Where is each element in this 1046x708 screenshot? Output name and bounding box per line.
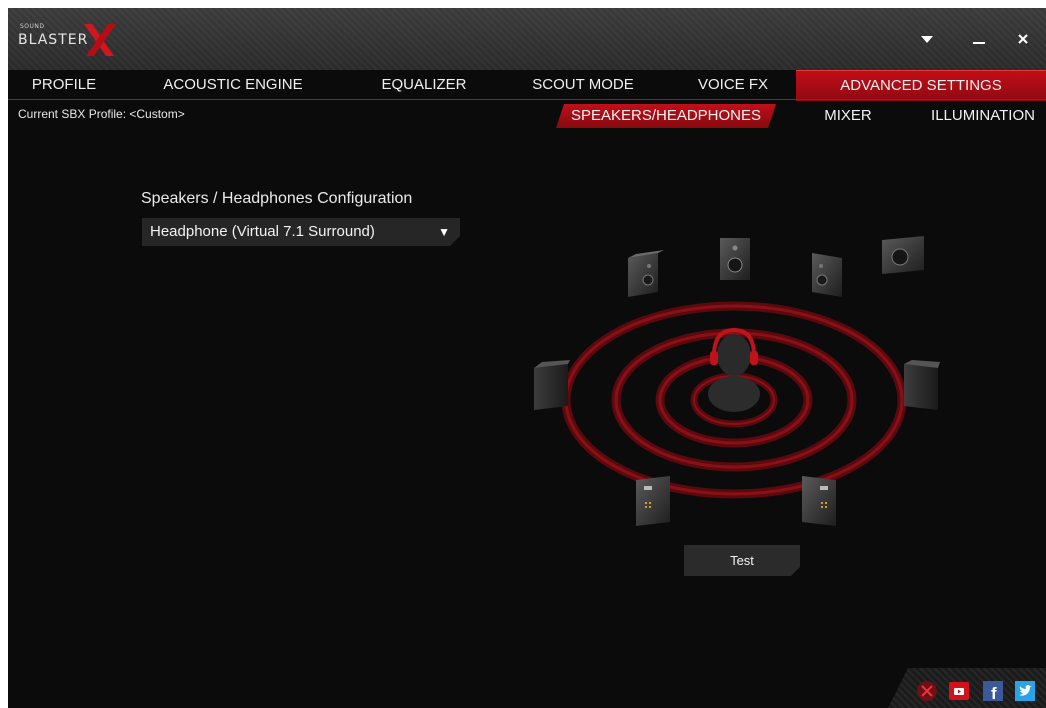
chevron-down-icon: ▼ bbox=[438, 225, 450, 239]
sound-rings bbox=[561, 301, 907, 499]
logo-x-icon bbox=[84, 24, 116, 56]
tab-acoustic-engine[interactable]: ACOUSTIC ENGINE bbox=[148, 70, 318, 100]
close-circle-icon[interactable] bbox=[916, 680, 938, 702]
tab-scout-mode[interactable]: SCOUT MODE bbox=[523, 70, 643, 100]
close-icon bbox=[1018, 34, 1028, 44]
tab-advanced-settings[interactable]: ADVANCED SETTINGS bbox=[796, 70, 1046, 101]
subtab-illumination[interactable]: ILLUMINATION bbox=[920, 104, 1046, 128]
sound-blaster-x-logo: SOUND BLASTER bbox=[14, 20, 124, 64]
speaker-config-dropdown[interactable]: Headphone (Virtual 7.1 Surround) ▼ bbox=[142, 218, 460, 246]
logo-small-text: SOUND bbox=[20, 23, 45, 30]
subwoofer[interactable] bbox=[882, 236, 924, 274]
twitter-icon[interactable] bbox=[1014, 680, 1036, 702]
speaker-rear-left[interactable] bbox=[636, 476, 670, 526]
minimize-button[interactable] bbox=[966, 28, 992, 50]
listener-headphones-icon bbox=[708, 327, 760, 412]
title-bar: SOUND BLASTER bbox=[8, 8, 1046, 70]
current-profile-label: Current SBX Profile: <Custom> bbox=[18, 107, 185, 121]
test-button[interactable]: Test bbox=[684, 545, 800, 576]
config-heading: Speakers / Headphones Configuration bbox=[141, 190, 413, 207]
tab-profile[interactable]: PROFILE bbox=[8, 70, 120, 100]
facebook-icon[interactable]: f bbox=[982, 680, 1004, 702]
youtube-icon[interactable] bbox=[948, 680, 970, 702]
speaker-front-right[interactable] bbox=[812, 253, 842, 297]
speaker-side-left[interactable] bbox=[534, 360, 570, 410]
speaker-side-right[interactable] bbox=[904, 360, 940, 410]
minimize-icon bbox=[973, 42, 985, 44]
speaker-config-value: Headphone (Virtual 7.1 Surround) bbox=[150, 223, 375, 240]
social-bar: f bbox=[888, 668, 1046, 708]
speaker-center[interactable] bbox=[720, 238, 750, 280]
speaker-rear-right[interactable] bbox=[802, 476, 836, 526]
subtab-speakers-headphones[interactable]: SPEAKERS/HEADPHONES bbox=[556, 104, 776, 128]
subtab-mixer[interactable]: MIXER bbox=[808, 104, 888, 128]
close-button[interactable] bbox=[1010, 28, 1036, 50]
main-nav: PROFILE ACOUSTIC ENGINE EQUALIZER SCOUT … bbox=[8, 70, 1046, 101]
nav-underline bbox=[8, 99, 1046, 100]
speaker-front-left[interactable] bbox=[628, 250, 664, 297]
dropdown-triangle-icon bbox=[921, 36, 933, 43]
tab-equalizer[interactable]: EQUALIZER bbox=[364, 70, 484, 100]
tab-voice-fx[interactable]: VOICE FX bbox=[678, 70, 788, 100]
svg-text:f: f bbox=[991, 684, 997, 702]
menu-dropdown-button[interactable] bbox=[914, 28, 940, 50]
app-window: SOUND BLASTER PROFILE ACOUSTIC ENGINE EQ… bbox=[8, 8, 1046, 708]
